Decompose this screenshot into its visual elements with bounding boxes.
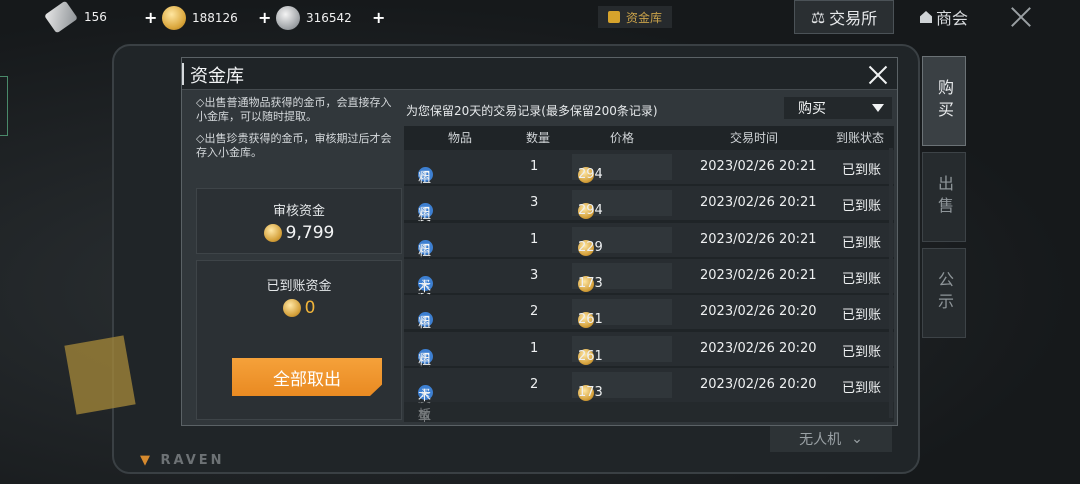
review-funds-value: 9,799	[263, 223, 334, 243]
records-panel: 为您保留20天的交易记录(最多保留200条记录) 购买 物品 数量 价格 交易时…	[404, 92, 894, 422]
row-status: 已到账	[842, 271, 882, 287]
add-silver-button[interactable]: +	[258, 8, 271, 27]
chevron-down-icon	[872, 104, 884, 112]
close-icon[interactable]	[868, 65, 888, 85]
raven-logo: ▼ RAVEN	[140, 453, 225, 468]
row-qty: 2	[530, 376, 539, 392]
row-status: 已到账	[842, 235, 882, 251]
tab-sell[interactable]: 出售	[922, 152, 966, 242]
record-filter-select[interactable]: 购买	[784, 97, 892, 119]
silver-currency: 316542	[276, 6, 352, 30]
shop-button[interactable]: 商会	[920, 4, 968, 30]
modal-header: 资金库	[182, 58, 897, 90]
row-status: 已到账	[842, 344, 882, 360]
row-status: 已到账	[842, 308, 882, 324]
table-row-partial	[404, 402, 894, 422]
vault-modal: 资金库 ◇出售普通物品获得的金币，会直接存入小金库，可以随时提取。 ◇出售珍贵获…	[181, 57, 898, 426]
ticket-icon	[44, 0, 78, 34]
table-row: 买粗制皮革12612023/02/26 20:20已到账	[404, 331, 894, 422]
add-gold-button[interactable]: +	[144, 8, 157, 27]
table-scrollbar[interactable]	[889, 148, 893, 418]
note-precious-items: ◇出售珍贵获得的金币，审核期过后才会存入小金库。	[196, 132, 392, 159]
fund-summary-panel: ◇出售普通物品获得的金币，会直接存入小金库，可以随时提取。 ◇出售珍贵获得的金币…	[194, 96, 402, 420]
scale-icon: ⚖	[810, 7, 826, 27]
row-status: 已到账	[842, 199, 882, 215]
row-time: 2023/02/26 20:20	[700, 304, 817, 320]
col-item: 物品	[448, 131, 473, 145]
tab-notice[interactable]: 公示	[922, 248, 966, 338]
tab-buy[interactable]: 购买	[922, 56, 966, 146]
modal-title: 资金库	[182, 62, 244, 88]
silver-coin-icon	[276, 6, 300, 30]
table-row: 买木板21732023/02/26 20:20已到账	[404, 367, 894, 422]
row-time: 2023/02/26 20:20	[700, 340, 817, 356]
drone-dropdown[interactable]: 无人机 ⌄	[770, 426, 892, 452]
silver-count: 316542	[306, 11, 352, 25]
top-bar: 156 + 188126 + 316542 + 资金库 ⚖ 交易所 商会	[0, 0, 1080, 36]
chevron-down-icon: ⌄	[851, 431, 863, 447]
row-time: 2023/02/26 20:21	[700, 195, 817, 211]
withdraw-all-button[interactable]: 全部取出	[232, 358, 382, 396]
ticket-currency: 156	[44, 0, 107, 34]
col-time: 交易时间	[730, 131, 779, 145]
left-edge-marker	[0, 76, 8, 136]
review-funds-box: 审核资金 9,799	[196, 188, 402, 254]
table-row: 买粗制皮革12942023/02/26 20:21已到账	[404, 150, 894, 243]
row-qty: 1	[530, 340, 539, 356]
table-row: 买粗制皮革12292023/02/26 20:21已到账	[404, 222, 894, 316]
row-qty: 3	[530, 267, 539, 283]
gold-count: 188126	[192, 11, 238, 25]
note-normal-items: ◇出售普通物品获得的金币，会直接存入小金库，可以随时提取。	[196, 96, 392, 123]
table-row: 买粗制皮革32942023/02/26 20:21已到账	[404, 186, 894, 279]
add-currency-button[interactable]: +	[372, 8, 385, 27]
col-price: 价格	[610, 131, 635, 145]
gold-coin-icon	[263, 223, 282, 242]
row-time: 2023/02/26 20:21	[700, 231, 817, 247]
row-qty: 2	[530, 304, 539, 320]
arrived-funds-box: 已到账资金 0	[196, 260, 402, 332]
ticket-count: 156	[84, 10, 107, 24]
row-qty: 1	[530, 231, 539, 247]
gold-currency: 188126	[162, 6, 238, 30]
table-row: 买木板31732023/02/26 20:21已到账	[404, 258, 894, 314]
row-time: 2023/02/26 20:21	[700, 267, 817, 283]
gold-coin-icon	[282, 299, 301, 317]
records-table: 物品 数量 价格 交易时间 到账状态 买粗制皮革12942023/02/26 2…	[404, 126, 894, 422]
review-funds-label: 审核资金	[272, 203, 325, 219]
sticky-note-decoration	[64, 335, 136, 415]
table-row: 买粗制皮革22612023/02/26 20:20已到账	[404, 295, 894, 388]
close-icon[interactable]	[1008, 4, 1034, 30]
col-qty: 数量	[526, 131, 551, 145]
row-time: 2023/02/26 20:21	[700, 159, 817, 174]
row-status: 已到账	[842, 163, 882, 178]
row-qty: 3	[530, 195, 539, 211]
vault-icon	[608, 11, 620, 23]
house-icon	[920, 11, 932, 23]
arrived-funds-label: 已到账资金	[266, 279, 332, 294]
exchange-button[interactable]: ⚖ 交易所	[794, 0, 894, 34]
gold-coin-icon	[162, 6, 186, 30]
col-status: 到账状态	[836, 131, 885, 145]
arrived-funds-value: 0	[282, 298, 315, 318]
records-title: 为您保留20天的交易记录(最多保留200条记录)	[406, 104, 658, 118]
vault-tab[interactable]: 资金库	[598, 6, 673, 28]
row-qty: 1	[530, 159, 539, 174]
row-time: 2023/02/26 20:20	[700, 376, 817, 392]
table-header: 物品 数量 价格 交易时间 到账状态	[404, 126, 894, 148]
row-status: 已到账	[842, 380, 882, 396]
